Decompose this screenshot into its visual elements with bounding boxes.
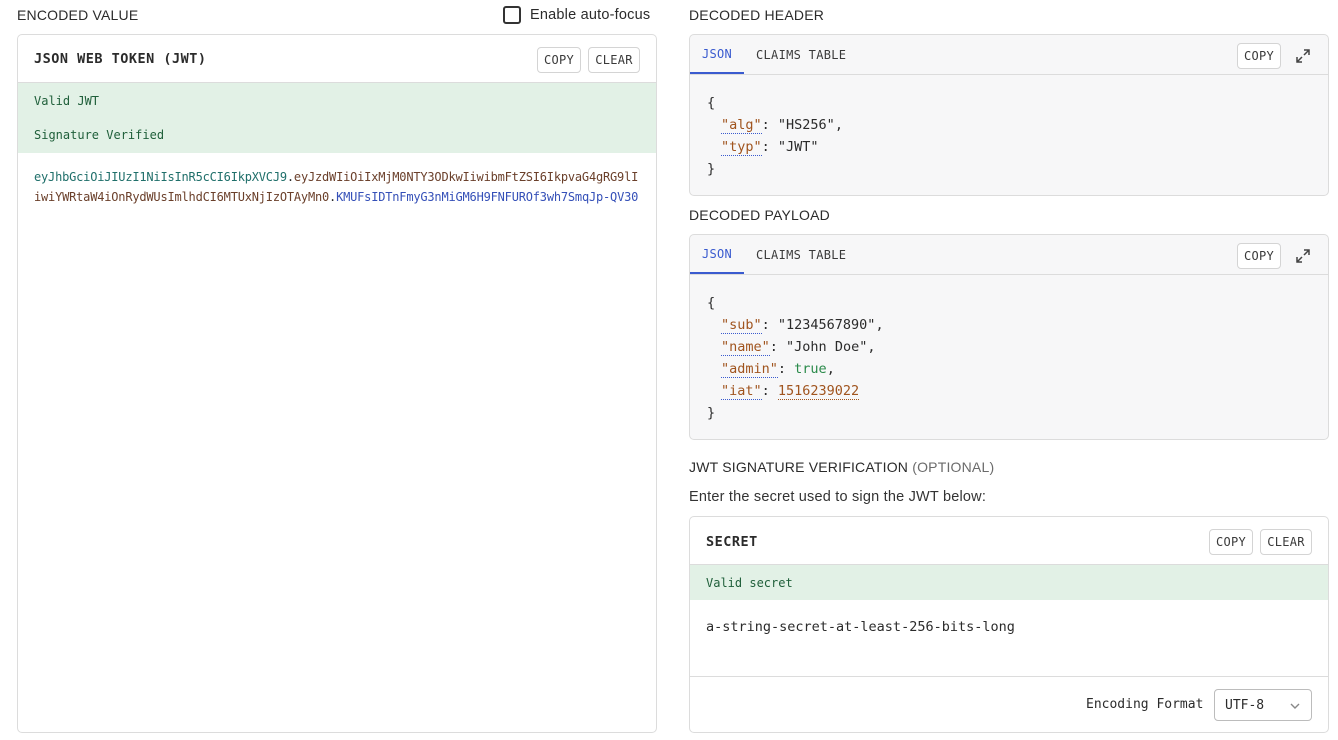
copy-header-button[interactable]: COPY [1237, 43, 1281, 69]
copy-payload-button[interactable]: COPY [1237, 243, 1281, 269]
json-field-alg: "alg": "HS256", [721, 117, 843, 134]
tab-header-claims-table[interactable]: CLAIMS TABLE [756, 35, 846, 74]
token-dot: . [286, 170, 294, 184]
json-field-admin: "admin": true, [721, 361, 835, 378]
json-open-brace: { [707, 95, 716, 111]
expand-icon[interactable] [1295, 248, 1311, 264]
tab-payload-claims-table[interactable]: CLAIMS TABLE [756, 235, 846, 274]
autofocus-checkbox[interactable] [503, 6, 521, 24]
header-json-view: { "alg": "HS256", "typ": "JWT" } [707, 92, 843, 180]
secret-panel-title: SECRET [706, 534, 758, 550]
jwt-panel-title: JSON WEB TOKEN (JWT) [34, 51, 207, 67]
expand-icon[interactable] [1295, 48, 1311, 64]
encoding-format-select[interactable]: UTF-8 [1214, 689, 1312, 721]
decoded-header-title: DECODED HEADER [689, 7, 825, 23]
signature-verification-title: JWT SIGNATURE VERIFICATION (OPTIONAL) [689, 459, 995, 475]
tab-divider [690, 274, 1328, 275]
json-field-name: "name": "John Doe", [721, 339, 876, 356]
clear-jwt-button[interactable]: CLEAR [588, 47, 640, 73]
decoded-payload-panel: JSON CLAIMS TABLE COPY { "sub": "1234567… [689, 234, 1329, 440]
tab-divider [690, 74, 1328, 75]
valid-jwt-status: Valid JWT [34, 94, 100, 108]
chevron-down-icon [1290, 703, 1300, 709]
jwt-token-input[interactable]: eyJhbGciOiJIUzI1NiIsInR5cCI6IkpXVCJ9.eyJ… [34, 167, 644, 207]
token-header-part: eyJhbGciOiJIUzI1NiIsInR5cCI6IkpXVCJ9 [34, 170, 287, 184]
jwt-status-bar: Valid JWT Signature Verified [18, 83, 656, 153]
secret-instruction: Enter the secret used to sign the JWT be… [689, 489, 987, 505]
encoding-format-label: Encoding Format [1086, 697, 1204, 712]
panel-divider [690, 676, 1328, 677]
json-close-brace: } [707, 161, 716, 177]
autofocus-label[interactable]: Enable auto-focus [530, 7, 650, 23]
payload-json-view: { "sub": "1234567890", "name": "John Doe… [707, 292, 884, 424]
token-signature-part: KMUFsIDTnFmyG3nMiGM6H9FNFUROf3wh7SmqJp-Q… [336, 190, 639, 204]
decoded-payload-title: DECODED PAYLOAD [689, 207, 830, 223]
json-field-typ: "typ": "JWT" [721, 139, 819, 156]
token-payload-part: eyJzdWIiOiIxMjM0NTY3ODkwIiwibmFtZSI6Ikpv… [293, 170, 639, 184]
clear-secret-button[interactable]: CLEAR [1260, 529, 1312, 555]
optional-label: (OPTIONAL) [912, 459, 995, 475]
token-payload-part: iwiYWRtaW4iOnRydWUsImlhdCI6MTUxNjIzOTAyM… [34, 190, 330, 204]
decoded-header-panel: JSON CLAIMS TABLE COPY { "alg": "HS256",… [689, 34, 1329, 196]
copy-secret-button[interactable]: COPY [1209, 529, 1253, 555]
secret-input[interactable]: a-string-secret-at-least-256-bits-long [706, 619, 1015, 635]
encoding-format-value: UTF-8 [1225, 697, 1265, 713]
valid-secret-status: Valid secret [706, 576, 793, 590]
signature-verified-status: Signature Verified [34, 128, 165, 142]
secret-status-bar: Valid secret [690, 565, 1328, 600]
json-field-sub: "sub": "1234567890", [721, 317, 884, 334]
jwt-encoded-panel: JSON WEB TOKEN (JWT) COPY CLEAR Valid JW… [17, 34, 657, 733]
tab-header-json[interactable]: JSON [690, 35, 744, 74]
json-close-brace: } [707, 405, 716, 421]
json-field-iat: "iat": 1516239022 [721, 383, 860, 400]
copy-jwt-button[interactable]: COPY [537, 47, 581, 73]
json-open-brace: { [707, 295, 716, 311]
encoded-value-title: ENCODED VALUE [17, 7, 139, 23]
secret-panel: SECRET COPY CLEAR Valid secret a-string-… [689, 516, 1329, 733]
tab-payload-json[interactable]: JSON [690, 235, 744, 274]
